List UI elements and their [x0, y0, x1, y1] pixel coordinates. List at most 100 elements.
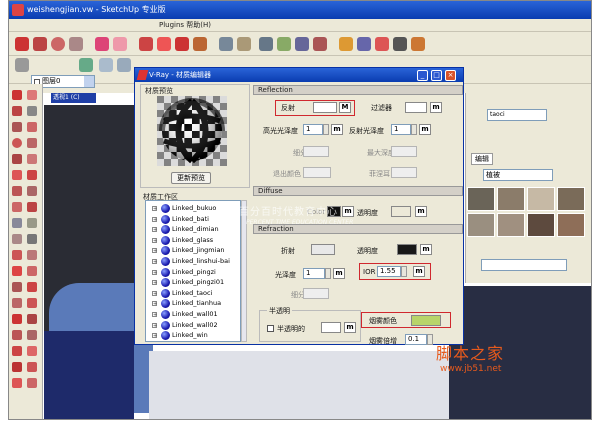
scene-tab[interactable]: 透视1 (C): [51, 93, 96, 103]
translucent-color-swatch[interactable]: [321, 322, 341, 333]
expand-icon[interactable]: +: [152, 248, 157, 254]
diffuse-transparency-swatch[interactable]: [391, 206, 411, 217]
tab-edit[interactable]: 编辑: [471, 153, 493, 165]
select-tool-icon[interactable]: [15, 37, 29, 51]
hilight-gloss-spinner[interactable]: [323, 124, 329, 135]
expand-icon[interactable]: +: [152, 206, 157, 212]
move-tool-icon[interactable]: [12, 170, 22, 180]
previous-view-icon[interactable]: [12, 298, 22, 308]
refract-map-button[interactable]: m: [420, 244, 432, 255]
material-tree-item[interactable]: + Linked_jingmian: [152, 245, 240, 256]
expand-icon[interactable]: +: [152, 280, 157, 286]
sketchup-menubar[interactable]: Plugins 帮助(H): [9, 19, 591, 32]
scale-tool-icon[interactable]: [12, 202, 22, 212]
ior-field[interactable]: 1.55: [377, 266, 401, 277]
tape-icon[interactable]: [219, 37, 233, 51]
material-swatch[interactable]: [497, 187, 525, 211]
material-swatch[interactable]: [527, 213, 555, 237]
material-tree-item[interactable]: + Linked_bukuo: [152, 203, 240, 214]
reflect-map-button[interactable]: M: [339, 102, 351, 113]
component-icon[interactable]: [27, 90, 37, 100]
polygon-icon[interactable]: [12, 154, 22, 164]
fog-mult-spinner[interactable]: [427, 334, 433, 345]
footprints-icon[interactable]: [27, 346, 37, 356]
refract-transparency-swatch[interactable]: [397, 244, 417, 255]
followme-icon[interactable]: [27, 186, 37, 196]
close-icon[interactable]: ×: [445, 70, 456, 81]
fog-color-swatch[interactable]: [411, 315, 441, 326]
expand-icon[interactable]: +: [152, 301, 157, 307]
refract-gloss-field[interactable]: 1: [303, 268, 325, 279]
offset-icon[interactable]: [27, 202, 37, 212]
orbit-tool-icon[interactable]: [12, 266, 22, 276]
material-swatch[interactable]: [557, 187, 585, 211]
freehand-icon[interactable]: [27, 154, 37, 164]
arrow-icon[interactable]: [15, 58, 29, 72]
pan-icon[interactable]: [277, 37, 291, 51]
pencil-icon[interactable]: [33, 37, 47, 51]
material-tree-item[interactable]: + Linked_wall02: [152, 320, 240, 331]
3dtext-icon[interactable]: [27, 250, 37, 260]
material-tree-item[interactable]: + Linked_bati: [152, 214, 240, 225]
push-pull-icon[interactable]: [139, 37, 153, 51]
ior-spinner[interactable]: [401, 266, 407, 277]
pushpull-tool-icon[interactable]: [27, 170, 37, 180]
diffuse-map-button[interactable]: m: [342, 206, 354, 217]
zoom-icon[interactable]: [295, 37, 309, 51]
section-plane-icon[interactable]: [12, 346, 22, 356]
next-view-icon[interactable]: [27, 298, 37, 308]
material-category-select[interactable]: 植被: [483, 169, 553, 181]
protractor-icon[interactable]: [237, 37, 251, 51]
refract-gloss-spinner[interactable]: [325, 268, 331, 279]
dimension-icon[interactable]: [27, 218, 37, 228]
material-tree-item[interactable]: + Linked_dimian: [152, 224, 240, 235]
translucent-map-button[interactable]: m: [344, 322, 356, 333]
camera-icon[interactable]: [27, 378, 37, 388]
filter-map-button[interactable]: m: [430, 102, 442, 113]
refract-color-swatch[interactable]: [311, 244, 335, 255]
material-swatch[interactable]: [467, 213, 495, 237]
paint-bucket-icon[interactable]: [113, 37, 127, 51]
hilight-gloss-map-button[interactable]: m: [331, 124, 343, 135]
pan-tool-icon[interactable]: [27, 266, 37, 276]
protractor-tool-icon[interactable]: [12, 234, 22, 244]
arc-icon[interactable]: [69, 37, 83, 51]
tape-tool-icon[interactable]: [12, 218, 22, 228]
material-tree-item[interactable]: + Linked_tianhua: [152, 298, 240, 309]
paint-icon[interactable]: [12, 106, 22, 116]
layer-manager-icon[interactable]: [79, 58, 93, 72]
material-tree-item[interactable]: + Linked_win: [152, 330, 240, 341]
filter-color-swatch[interactable]: [405, 102, 427, 113]
expand-icon[interactable]: +: [152, 227, 157, 233]
material-tree-item[interactable]: + Linked_glass: [152, 235, 240, 246]
arc-tool-icon[interactable]: [27, 138, 37, 148]
expand-icon[interactable]: +: [152, 269, 157, 275]
look-around-icon[interactable]: [27, 330, 37, 340]
rotate-tool-icon[interactable]: [12, 186, 22, 196]
text-icon[interactable]: [27, 234, 37, 244]
expand-icon[interactable]: +: [152, 322, 157, 328]
rectangle-icon[interactable]: [12, 122, 22, 132]
walk-step-icon[interactable]: [12, 378, 22, 388]
vray-options-icon[interactable]: [357, 37, 371, 51]
circle-tool-icon[interactable]: [12, 138, 22, 148]
material-tree-item[interactable]: + Linked_taoci: [152, 288, 240, 299]
refract-gloss-map-button[interactable]: m: [333, 268, 345, 279]
material-secondary-select[interactable]: [481, 259, 567, 271]
expand-icon[interactable]: +: [152, 216, 157, 222]
eye-icon[interactable]: [12, 362, 22, 372]
material-tree-item[interactable]: + Linked_wall01: [152, 309, 240, 320]
minimize-icon[interactable]: _: [417, 70, 428, 81]
ior-map-button[interactable]: m: [413, 266, 425, 277]
expand-icon[interactable]: +: [152, 333, 157, 339]
reflection-section-header[interactable]: Reflection: [253, 85, 463, 95]
material-swatch[interactable]: [557, 213, 585, 237]
chevron-down-icon[interactable]: [84, 76, 94, 87]
material-swatch[interactable]: [467, 187, 495, 211]
view-top-icon[interactable]: [117, 58, 131, 72]
expand-icon[interactable]: +: [152, 237, 157, 243]
fog-mult-field[interactable]: 0.1: [405, 334, 427, 345]
axes-icon[interactable]: [12, 250, 22, 260]
position-camera-icon[interactable]: [27, 314, 37, 324]
refl-gloss-field[interactable]: 1: [391, 124, 411, 135]
